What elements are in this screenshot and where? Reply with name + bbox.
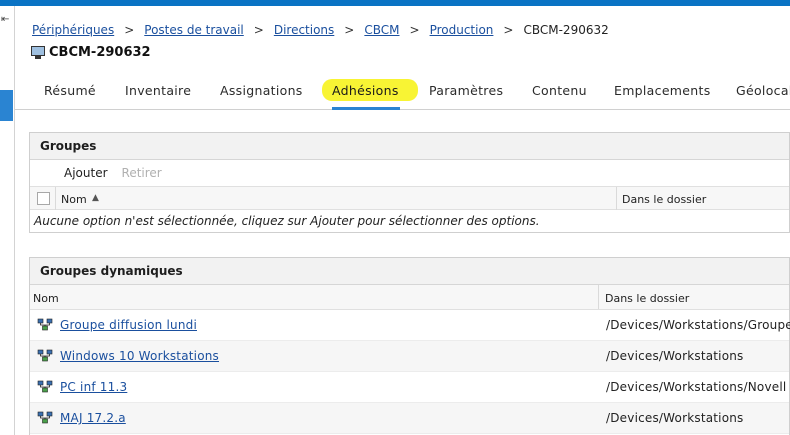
left-rail: ⇤ [0,6,15,435]
breadcrumb-directions[interactable]: Directions [274,23,334,37]
add-button[interactable]: Ajouter [64,166,108,180]
column-name[interactable]: Nom [61,193,87,206]
dynamic-group-icon [37,411,53,424]
column-folder[interactable]: Dans le dossier [622,193,706,206]
table-row: MAJ 17.2.a /Devices/Workstations [30,403,789,434]
dynamic-groups-panel: Groupes dynamiques Nom Dans le dossier G… [29,257,790,435]
select-all-checkbox[interactable] [37,192,50,205]
group-folder: /Devices/Workstations [606,411,744,425]
groups-toolbar: Ajouter Retirer [30,160,789,186]
device-name: CBCM-290632 [49,45,151,60]
groups-panel: Groupes Ajouter Retirer Nom ▲ Dans le do… [29,132,790,233]
tab-inventaire[interactable]: Inventaire [125,83,191,98]
group-folder: /Devices/Workstations/Novell [606,380,787,394]
dynamic-group-icon [37,318,53,331]
tab-contenu[interactable]: Contenu [532,83,587,98]
tab-emplacements[interactable]: Emplacements [614,83,711,98]
dynamic-table-header: Nom Dans le dossier [30,285,789,310]
group-folder: /Devices/Workstations/Groupe [606,318,790,332]
breadcrumb-separator: > [124,23,135,37]
groups-table-header: Nom ▲ Dans le dossier [30,186,789,210]
breadcrumb-production[interactable]: Production [430,23,494,37]
table-row: Windows 10 Workstations /Devices/Worksta… [30,341,789,372]
group-link[interactable]: Groupe diffusion lundi [60,318,197,332]
computer-icon [31,46,45,59]
breadcrumb-cbcm[interactable]: CBCM [364,23,399,37]
sort-ascending-icon[interactable]: ▲ [92,193,99,203]
collapse-icon[interactable]: ⇤ [1,14,13,26]
column-folder[interactable]: Dans le dossier [605,292,689,305]
tab-bar: Résumé Inventaire Assignations Adhésions… [15,78,790,110]
breadcrumb-peripheriques[interactable]: Périphériques [32,23,114,37]
table-row: PC inf 11.3 /Devices/Workstations/Novell [30,372,789,403]
empty-message: Aucune option n'est sélectionnée, clique… [34,214,540,228]
remove-button: Retirer [121,166,162,180]
tab-parametres[interactable]: Paramètres [429,83,503,98]
top-accent-bar [0,0,790,6]
tab-adhesions[interactable]: Adhésions [322,79,418,101]
tab-geolocal[interactable]: Géolocal [736,83,790,98]
breadcrumb: Périphériques > Postes de travail > Dire… [32,22,609,38]
breadcrumb-postes-de-travail[interactable]: Postes de travail [144,23,244,37]
breadcrumb-separator: > [409,23,420,37]
groups-panel-title: Groupes [30,133,789,160]
tab-resume[interactable]: Résumé [44,83,96,98]
rail-active-indicator[interactable] [0,90,13,121]
group-folder: /Devices/Workstations [606,349,744,363]
page-title: CBCM-290632 [31,45,151,60]
group-link[interactable]: PC inf 11.3 [60,380,127,394]
dynamic-group-icon [37,349,53,362]
breadcrumb-separator: > [503,23,514,37]
group-link[interactable]: Windows 10 Workstations [60,349,219,363]
tab-assignations[interactable]: Assignations [220,83,303,98]
dynamic-group-icon [37,380,53,393]
dynamic-panel-title: Groupes dynamiques [30,258,789,285]
column-name[interactable]: Nom [33,292,59,305]
breadcrumb-separator: > [253,23,264,37]
table-row: Groupe diffusion lundi /Devices/Workstat… [30,310,790,341]
breadcrumb-separator: > [344,23,355,37]
active-tab-underline [332,107,400,110]
breadcrumb-current: CBCM-290632 [523,23,609,37]
group-link[interactable]: MAJ 17.2.a [60,411,126,425]
